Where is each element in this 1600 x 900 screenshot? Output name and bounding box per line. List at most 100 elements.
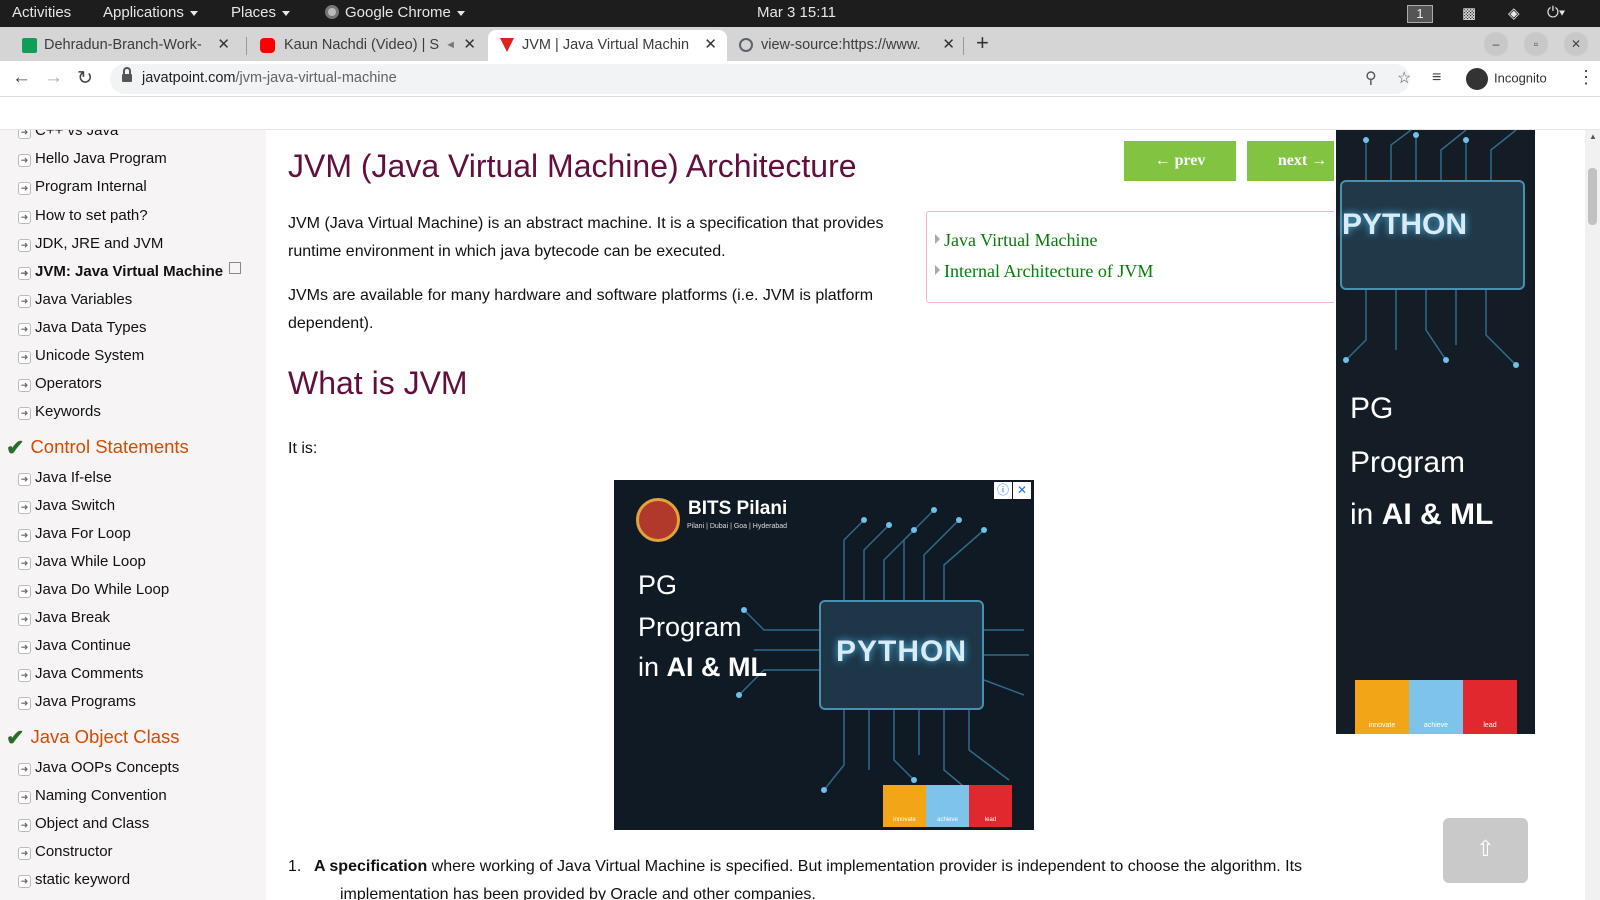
speaker-icon[interactable]: ◄ [445,30,456,60]
sidebar-item-label: Java Do While Loop [35,581,170,598]
advertisement-banner[interactable]: PYTHON BITS Pilani Pilani | Dubai | Goa … [614,480,1034,830]
tab-view-source[interactable]: view-source:https://www. ✕ [727,30,965,61]
app-menu[interactable]: Google Chrome [325,4,465,21]
list-item: 1. A specification where working of Java … [288,858,1303,876]
arrow-icon: ➜ [18,379,31,392]
sidebar-section-control-statements[interactable]: ✔ Control Statements [6,435,189,461]
zoom-icon[interactable]: ⚲ [1365,68,1377,88]
sidebar-item[interactable]: ➜ C++ vs Java [18,130,118,141]
page-title: JVM (Java Virtual Machine) Architecture [288,148,857,184]
tab-title: Dehradun-Branch-Work- [44,37,202,53]
apps-tray-icon[interactable]: ▩ [1462,4,1476,22]
lock-icon[interactable] [122,67,132,83]
scroll-to-top-button[interactable]: ⇧ [1443,818,1528,883]
tab-dehradun[interactable]: Dehradun-Branch-Work- ✕ [0,30,240,61]
sidebar-item[interactable]: ➜ Constructor [18,842,113,862]
prev-button[interactable]: ← prev [1124,141,1236,181]
chevron-down-icon [189,10,198,16]
sidebar-item[interactable]: ➜ Java Programs [18,692,136,712]
toc-link[interactable]: Internal Architecture of JVM [935,261,1153,282]
activities-button[interactable]: Activities [12,4,71,21]
arrow-icon: ➜ [18,154,31,167]
clock[interactable]: Mar 3 15:11 [757,4,836,21]
url-text[interactable]: javatpoint.com/jvm-java-virtual-machine [142,70,397,86]
sidebar-item[interactable]: ➜ How to set path? [18,206,148,226]
sidebar-item-label: Java Continue [35,637,131,654]
sidebar-item[interactable]: ➜ Unicode System [18,346,144,366]
sidebar-item[interactable]: ➜ Naming Convention [18,786,167,806]
sidebar-item[interactable]: ➜ Java Switch [18,496,115,516]
sidebar-item[interactable]: ➜ Java Variables [18,290,132,310]
minimize-button[interactable]: – [1484,32,1508,56]
ad-close-icon[interactable]: ✕ [1013,482,1031,499]
forward-arrow-icon[interactable]: → [44,67,63,89]
places-menu[interactable]: Places [231,4,291,21]
sidebar-advertisement[interactable]: PYTHON PG Program in AI & ML innovate ac… [1336,130,1535,734]
close-icon[interactable]: ✕ [217,30,230,60]
sidebar-item[interactable]: ➜ Java Data Types [18,318,146,338]
tab-separator [963,37,964,55]
external-link-icon[interactable] [229,262,242,274]
sidebar-item[interactable]: ➜ Hello Java Program [18,149,167,169]
sidebar-item[interactable]: ➜ Java For Loop [18,524,131,544]
incognito-label: Incognito [1494,70,1547,86]
workspace-indicator[interactable]: 1 [1407,5,1433,23]
incognito-indicator[interactable]: Incognito [1466,68,1547,90]
new-tab-button[interactable]: + [976,30,989,56]
sidebar-item[interactable]: ➜ Java OOPs Concepts [18,758,179,778]
page-scrollbar[interactable]: ▲ [1585,130,1600,900]
power-icon[interactable]: ⏻▾ [1547,4,1565,21]
sidebar-item-current[interactable]: ➜ JVM: Java Virtual Machine [18,262,242,282]
bookmark-star-icon[interactable]: ☆ [1397,68,1411,88]
sidebar-item-label: Java While Loop [35,553,146,570]
ad-tile: achieve [926,785,969,827]
sidebar-item[interactable]: ➜ Java While Loop [18,552,146,572]
sidebar-item[interactable]: ➜ Operators [18,374,102,394]
sidebar-section-java-object-class[interactable]: ✔ Java Object Class [6,725,180,751]
back-arrow-icon[interactable]: ← [12,67,31,89]
sidebar-item[interactable]: ➜ JDK, JRE and JVM [18,234,163,254]
maximize-button[interactable]: ▫ [1524,32,1548,56]
sidebar-item[interactable]: ➜ Java If-else [18,468,112,488]
sidebar-item[interactable]: ➜ Java Comments [18,664,143,684]
applications-menu[interactable]: Applications [103,4,198,21]
arrow-icon: ➜ [18,613,31,626]
tab-kaun-nachdi[interactable]: Kaun Nachdi (Video) | S ◄ ✕ [240,30,486,61]
scrollbar-thumb[interactable] [1588,168,1597,225]
scroll-up-icon[interactable]: ▲ [1589,132,1597,141]
sidebar-item[interactable]: ➜ Object and Class [18,814,149,834]
reading-list-icon[interactable]: ≡ [1432,69,1441,87]
youtube-icon [260,38,275,53]
close-icon[interactable]: ✕ [704,30,717,60]
sidebar-item[interactable]: ➜ Java Break [18,608,110,628]
close-window-button[interactable]: ✕ [1564,32,1588,56]
close-icon[interactable]: ✕ [463,30,476,60]
list-text: where working of Java Virtual Machine is… [427,858,1303,875]
arrow-icon: ➜ [18,585,31,598]
triangle-icon [935,265,940,275]
arrow-icon: ➜ [18,557,31,570]
close-icon[interactable]: ✕ [942,30,955,60]
sidebar-item-label: Keywords [35,403,101,420]
table-of-contents: Java Virtual Machine Internal Architectu… [926,211,1334,303]
main-content: JVM (Java Virtual Machine) Architecture … [266,130,1334,900]
toc-link-label: Java Virtual Machine [944,230,1098,250]
sidebar-item[interactable]: ➜ static keyword [18,870,130,890]
sidebar-item[interactable]: ➜ Program Internal [18,177,147,197]
ad-info-icon[interactable]: ⓘ [994,482,1012,499]
sidebar-item[interactable]: ➜ Keywords [18,402,101,422]
reload-icon[interactable]: ↻ [77,67,93,90]
arrow-icon: ➜ [18,211,31,224]
sidebar-item[interactable]: ➜ Java Continue [18,636,131,656]
next-button[interactable]: next → [1247,141,1334,181]
sidebar-item-label: Java OOPs Concepts [35,759,180,776]
toc-link[interactable]: Java Virtual Machine [935,230,1098,251]
python-text: PYTHON [836,635,968,668]
more-menu-icon[interactable]: ⋮ [1577,67,1595,88]
wifi-icon[interactable]: ◈ [1508,4,1520,22]
ad-line-3-bold: AI & ML [1381,498,1494,531]
address-bar[interactable]: javatpoint.com/jvm-java-virtual-machine … [110,64,1411,94]
javatpoint-icon [500,38,514,52]
sidebar-item[interactable]: ➜ Java Do While Loop [18,580,169,600]
tab-jvm[interactable]: JVM | Java Virtual Machin ✕ [488,30,727,61]
